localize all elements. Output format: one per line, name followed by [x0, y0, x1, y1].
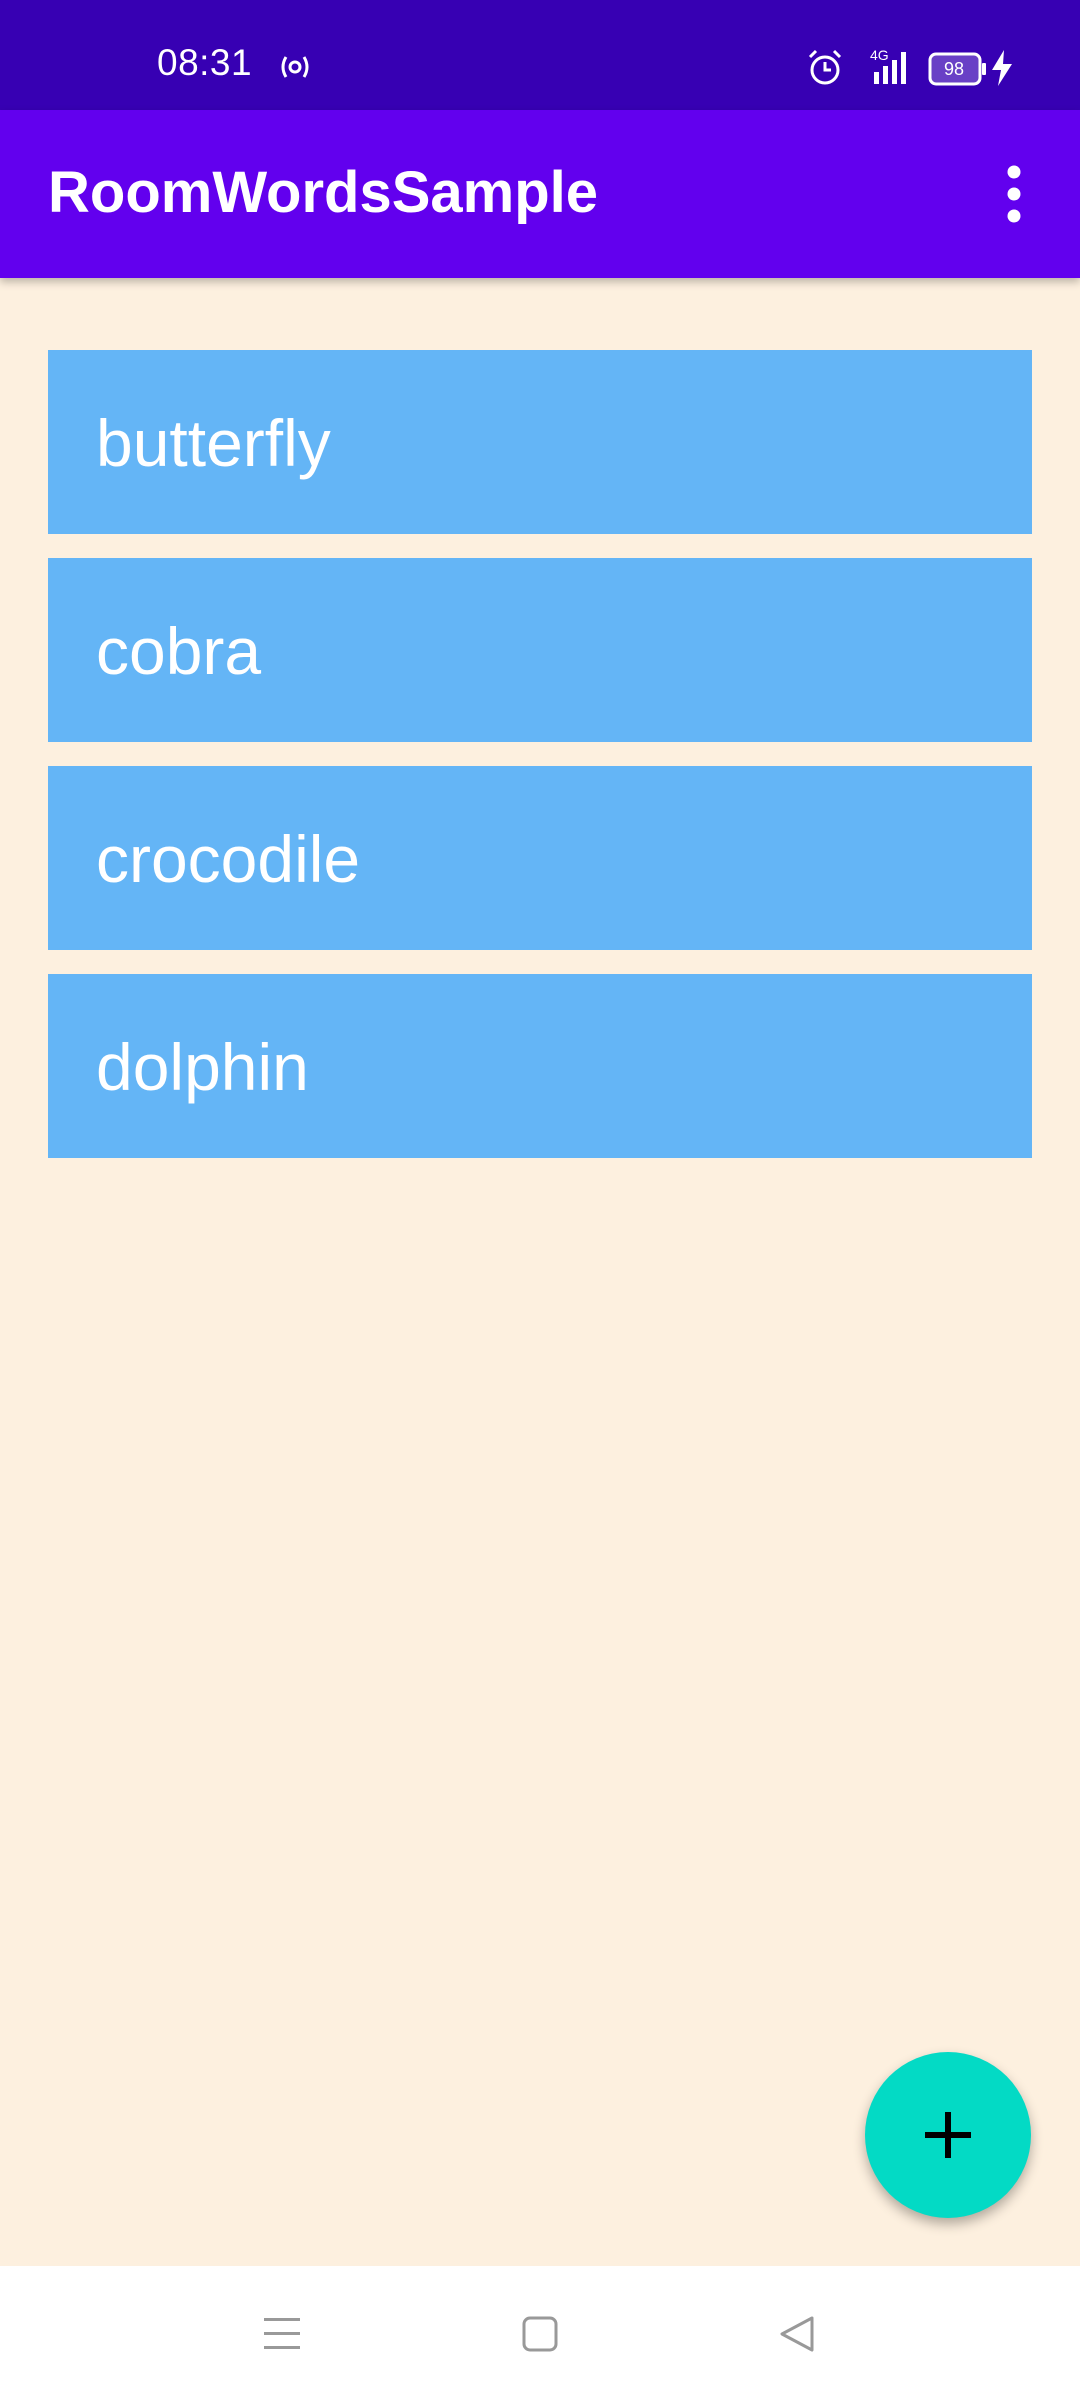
list-item[interactable]: cobra — [48, 558, 1032, 742]
app-title: RoomWordsSample — [48, 160, 599, 225]
signal-icon: 4G — [870, 47, 906, 84]
network-type: 4G — [870, 47, 889, 63]
app-bar: RoomWordsSample — [0, 110, 1080, 278]
nfc-icon — [281, 56, 309, 78]
word-label: dolphin — [96, 1030, 309, 1104]
add-word-fab[interactable] — [865, 2052, 1031, 2218]
more-vert-icon[interactable] — [990, 162, 1038, 226]
add-icon — [925, 2112, 971, 2158]
back-icon[interactable] — [774, 2310, 822, 2358]
system-nav-bar — [0, 2266, 1080, 2400]
battery-level: 98 — [943, 59, 965, 79]
home-icon[interactable] — [516, 2310, 564, 2358]
status-time: 08:31 — [157, 42, 253, 83]
battery-icon: 98 — [928, 52, 986, 86]
screen: 08:31 4G 98 RoomWordsSample butterfly co… — [0, 0, 1080, 2400]
menu-icon[interactable] — [258, 2310, 306, 2358]
list-item[interactable]: crocodile — [48, 766, 1032, 950]
word-label: butterfly — [96, 406, 331, 480]
word-list: butterfly cobra crocodile dolphin — [48, 350, 1032, 1182]
word-label: cobra — [96, 614, 262, 688]
alarm-icon — [808, 49, 842, 85]
list-item[interactable]: butterfly — [48, 350, 1032, 534]
word-label: crocodile — [96, 822, 361, 896]
list-item[interactable]: dolphin — [48, 974, 1032, 1158]
status-bar: 08:31 4G 98 — [0, 0, 1080, 110]
charging-icon — [992, 50, 1012, 86]
